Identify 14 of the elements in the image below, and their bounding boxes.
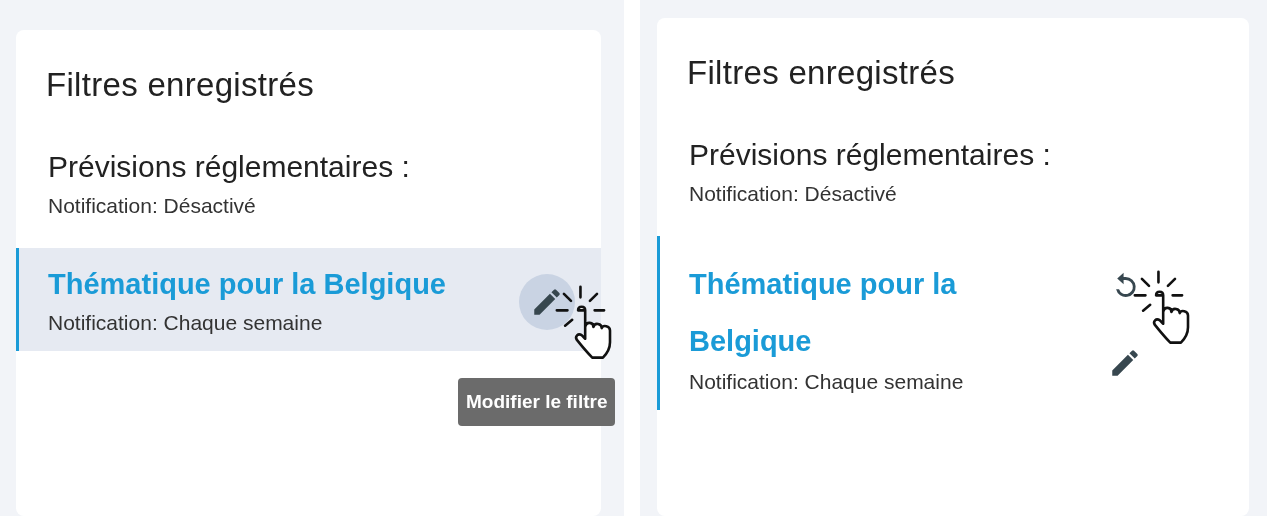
filter-name: Thématique pour la Belgique [689, 267, 958, 359]
notification-status: Notification: Désactivé [689, 182, 898, 206]
filter-item[interactable]: Prévisions réglementaires : Notification: Désactivé [657, 128, 1249, 222]
notification-status: Notification: Désactivé [48, 194, 257, 218]
filter-item[interactable]: Prévisions réglementaires : Notification: Désactivé [16, 140, 601, 234]
filter-name: Thématique pour la Belgique [48, 268, 447, 301]
card-title: Filtres enregistrés [45, 66, 315, 104]
filter-item[interactable]: Thématique pour la Belgique Notification: Chaque semaine [657, 236, 1249, 410]
tooltip: Modifier le filtre [458, 378, 616, 426]
notification-status: Notification: Chaque semaine [689, 370, 965, 394]
card-title: Filtres enregistrés [686, 54, 956, 92]
notification-status: Notification: Chaque semaine [48, 311, 324, 335]
filter-name: Prévisions réglementaires : [689, 138, 1052, 172]
filter-name: Prévisions réglementaires : [48, 150, 411, 184]
